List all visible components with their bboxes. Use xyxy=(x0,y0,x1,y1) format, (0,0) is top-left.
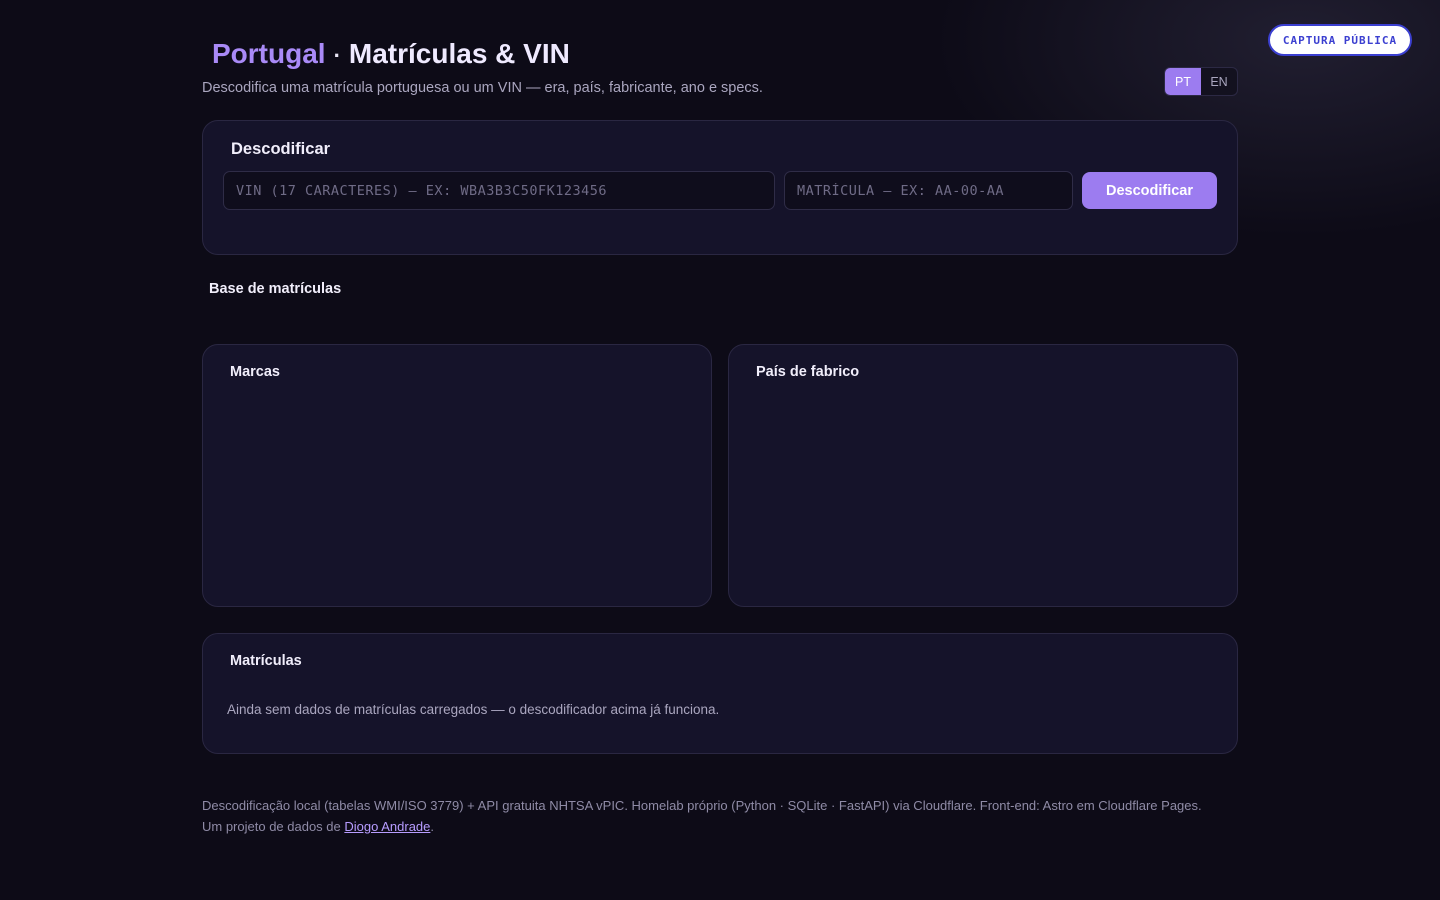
manufacture-country-title: País de fabrico xyxy=(756,364,860,380)
decoder-title: Descodificar xyxy=(231,140,331,158)
title-name: Matrículas & VIN xyxy=(348,38,570,69)
footer: Descodificação local (tabelas WMI/ISO 37… xyxy=(202,795,1242,837)
footer-suffix: . xyxy=(430,819,435,834)
page-title: Portugal · Matrículas & VIN xyxy=(212,38,570,70)
plates-empty-message: Ainda sem dados de matrículas carregados… xyxy=(227,702,720,717)
lang-en-button[interactable]: EN xyxy=(1201,68,1237,95)
brands-card: Marcas xyxy=(202,344,712,607)
footer-line-2: Um projeto de dados de Diogo Andrade. xyxy=(202,816,1242,837)
plates-card: Matrículas Ainda sem dados de matrículas… xyxy=(202,633,1238,754)
decoder-card: Descodificar Descodificar xyxy=(202,120,1238,255)
manufacture-country-card: País de fabrico xyxy=(728,344,1238,607)
plates-database-heading: Base de matrículas xyxy=(209,281,342,297)
decode-button[interactable]: Descodificar xyxy=(1082,172,1217,209)
vin-input[interactable] xyxy=(223,171,775,210)
language-switcher: PT EN xyxy=(1164,67,1238,96)
lang-pt-button[interactable]: PT xyxy=(1165,68,1201,95)
brands-title: Marcas xyxy=(230,364,280,380)
title-country: Portugal xyxy=(212,38,326,69)
footer-line-1: Descodificação local (tabelas WMI/ISO 37… xyxy=(202,798,1202,813)
public-capture-badge[interactable]: CAPTURA PÚBLICA xyxy=(1268,24,1412,56)
page-subtitle: Descodifica uma matrícula portuguesa ou … xyxy=(202,80,763,96)
plates-title: Matrículas xyxy=(230,653,302,669)
footer-prefix: Um projeto de dados de xyxy=(202,819,345,834)
author-link[interactable]: Diogo Andrade xyxy=(344,819,430,834)
plate-input[interactable] xyxy=(784,171,1073,210)
title-separator: · xyxy=(333,43,341,68)
